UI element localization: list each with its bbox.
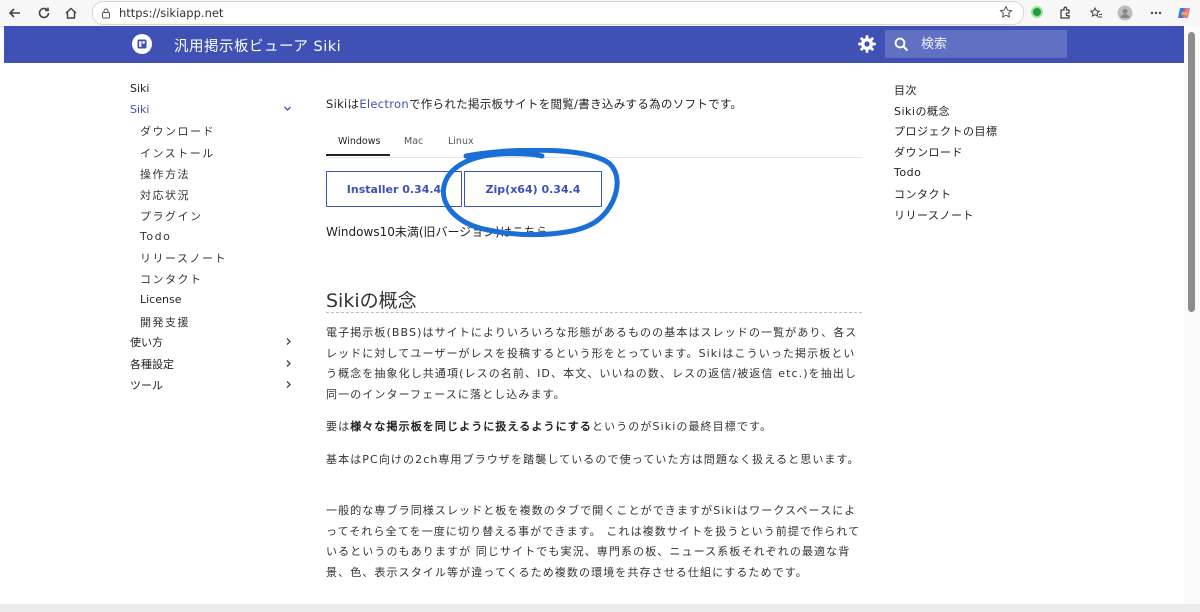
tab-windows[interactable]: Windows xyxy=(338,136,380,147)
profile-avatar-icon[interactable] xyxy=(1114,2,1136,24)
back-icon[interactable] xyxy=(4,2,26,24)
tab-linux[interactable]: Linux xyxy=(448,136,474,147)
hand-drawn-circle-annotation xyxy=(440,148,620,238)
chevron-right-icon[interactable] xyxy=(284,357,293,371)
nav-item-dev-support[interactable]: 開発支援 xyxy=(140,314,190,330)
extension-green-icon[interactable] xyxy=(1031,6,1043,18)
electron-link[interactable]: Electron xyxy=(359,97,409,111)
siki-logo-icon[interactable] xyxy=(132,34,152,54)
toc-item-download[interactable]: ダウンロード xyxy=(894,144,963,160)
chevron-right-icon[interactable] xyxy=(284,378,293,392)
goal-suffix: というのがSikiの最終目標です。 xyxy=(591,420,773,433)
nav-item-release-notes[interactable]: リリースノート xyxy=(140,250,227,266)
extensions-puzzle-icon[interactable] xyxy=(1054,2,1076,24)
search-icon xyxy=(894,37,909,52)
nav-section-settings[interactable]: 各種設定 xyxy=(130,356,174,372)
nav-item-plugin[interactable]: プラグイン xyxy=(140,208,203,224)
chevron-down-icon[interactable] xyxy=(283,102,292,116)
toc-item-todo[interactable]: Todo xyxy=(894,166,921,179)
nav-item-license[interactable]: License xyxy=(140,293,181,306)
toc-item-goal[interactable]: プロジェクトの目標 xyxy=(894,123,998,139)
heading-divider xyxy=(326,312,862,313)
goal-bold: 様々な掲示板を同じように扱えるようにする xyxy=(350,420,592,433)
paragraph-goal: 要は様々な掲示板を同じように扱えるようにするというのがSikiの最終目標です。 xyxy=(326,417,866,438)
favorites-icon[interactable] xyxy=(1085,2,1107,24)
intro-prefix: Sikiは xyxy=(326,97,360,111)
home-icon[interactable] xyxy=(60,2,82,24)
app-header: 汎用掲示板ビューア Siki xyxy=(4,26,1184,63)
page-scrollbar[interactable] xyxy=(1184,26,1200,604)
paragraph-concept: 電子掲示板(BBS)はサイトによりいろいろな形態があるものの基本はスレッドの一覧… xyxy=(326,326,858,401)
address-bar[interactable]: https://sikiapp.net xyxy=(92,1,1024,25)
intro-suffix: で作られた掲示板サイトを閲覧/書き込みする為のソフトです。 xyxy=(408,97,743,111)
nav-item-contact[interactable]: コンタクト xyxy=(140,271,203,287)
paragraph-compat: 基本はPC向けの2ch専用ブラウザを踏襲しているので使っていた方は問題なく扱える… xyxy=(326,453,860,466)
nav-item-support-status[interactable]: 対応状況 xyxy=(140,187,190,203)
nav-item-operation[interactable]: 操作方法 xyxy=(140,166,190,182)
search-box[interactable] xyxy=(885,30,1067,58)
paragraph-workspace: 一般的な専ブラ同様スレッドと板を複数のタブで開くことができますがSikiはワーク… xyxy=(326,504,861,579)
browser-toolbar: https://sikiapp.net xyxy=(0,0,1200,27)
lock-icon xyxy=(101,8,111,19)
favorite-star-icon[interactable] xyxy=(999,5,1013,22)
intro-text: SikiはElectronで作られた掲示板サイトを閲覧/書き込みする為のソフトで… xyxy=(326,96,742,112)
app-title[interactable]: 汎用掲示板ビューア Siki xyxy=(174,35,341,56)
more-menu-icon[interactable] xyxy=(1145,2,1167,24)
chevron-right-icon[interactable] xyxy=(284,335,293,349)
toc-item-contact[interactable]: コンタクト xyxy=(894,186,952,202)
nav-item-todo[interactable]: Todo xyxy=(140,230,171,243)
url-text: https://sikiapp.net xyxy=(119,6,224,20)
toc-item-release-notes[interactable]: リリースノート xyxy=(894,207,974,223)
section-heading: Sikiの概念 xyxy=(326,290,417,312)
toc-item-concept[interactable]: Sikiの概念 xyxy=(894,103,950,119)
toc-title: 目次 xyxy=(894,84,917,97)
bottom-strip xyxy=(0,604,1200,612)
search-input[interactable] xyxy=(919,35,1053,53)
scrollbar-thumb[interactable] xyxy=(1188,32,1195,312)
nav-section-siki[interactable]: Siki xyxy=(130,103,149,116)
goal-prefix: 要は xyxy=(326,420,351,433)
copilot-icon[interactable] xyxy=(1173,2,1195,24)
tab-mac[interactable]: Mac xyxy=(404,136,423,147)
nav-item-install[interactable]: インストール xyxy=(140,145,215,161)
settings-gear-icon[interactable] xyxy=(857,34,877,58)
reload-icon[interactable] xyxy=(33,2,55,24)
nav-item-download[interactable]: ダウンロード xyxy=(140,123,215,139)
nav-section-tools[interactable]: ツール xyxy=(130,377,163,393)
active-tab-indicator xyxy=(326,154,390,156)
nav-site-title[interactable]: Siki xyxy=(130,82,149,95)
nav-section-usage[interactable]: 使い方 xyxy=(130,334,163,350)
